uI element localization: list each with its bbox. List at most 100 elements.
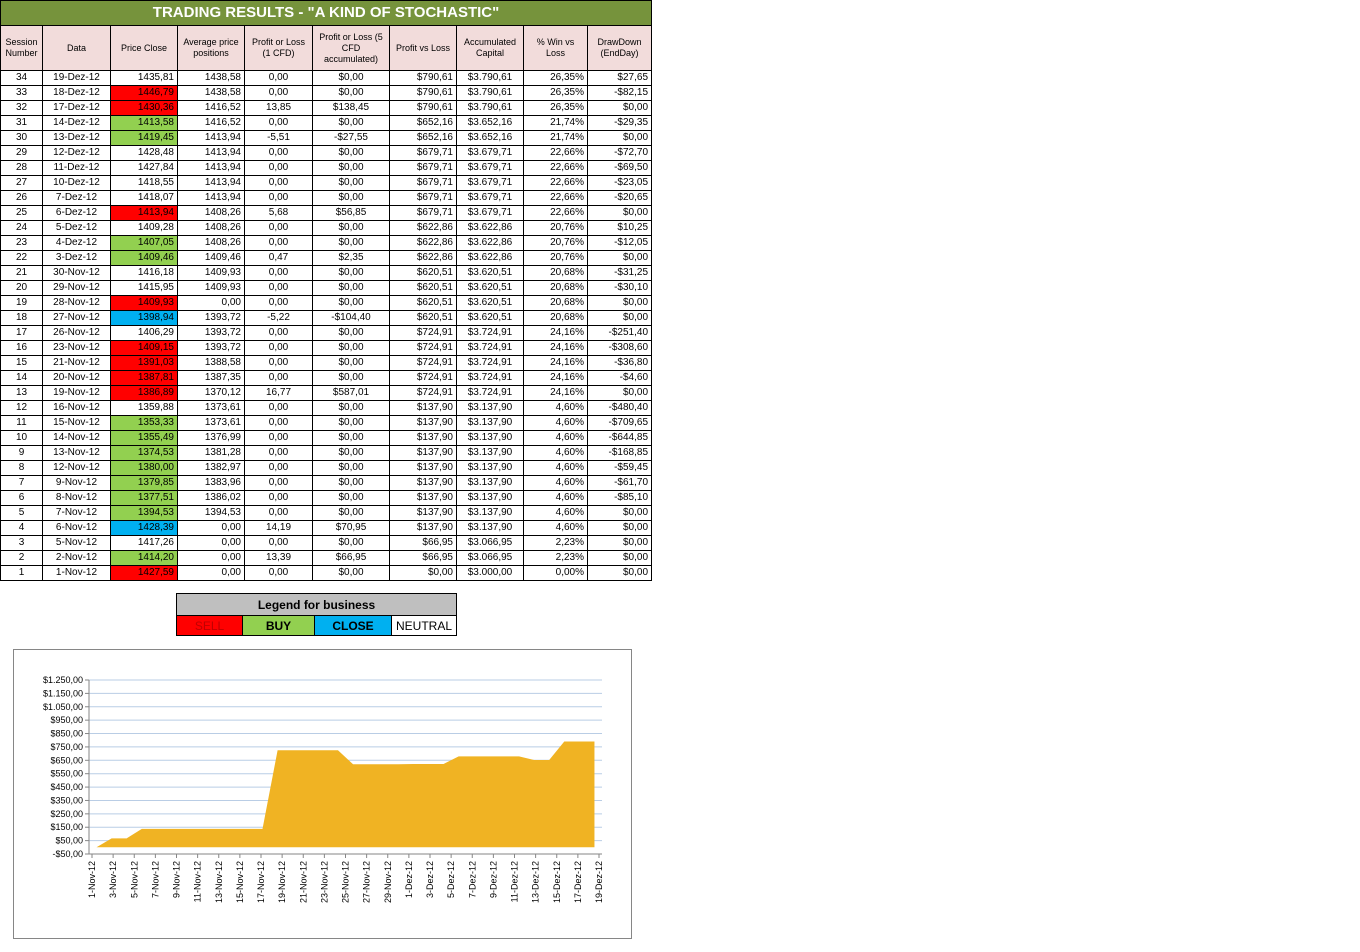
header-row: Session Number Data Price Close Average pri… xyxy=(0,25,653,71)
y-tick-label: $50,00 xyxy=(55,836,83,846)
date-cell: 20-Nov-12 xyxy=(42,370,111,386)
avg-price-cell: 1376,99 xyxy=(177,430,245,446)
profit-vs-loss-cell: $652,16 xyxy=(389,115,457,131)
price-cell: 1419,45 xyxy=(110,130,178,146)
profit-1cfd-cell: 13,85 xyxy=(244,100,313,116)
x-tick-label: 17-Nov-12 xyxy=(256,861,266,903)
table-row: 7 9-Nov-12 1379,85 1383,96 0,00 $0,00 $137,90 $… xyxy=(0,475,653,491)
profit-vs-loss-cell: $724,91 xyxy=(389,370,457,386)
win-pct-cell: 22,66% xyxy=(523,205,588,221)
profit-1cfd-cell: 0,00 xyxy=(244,325,313,341)
date-cell: 8-Nov-12 xyxy=(42,490,111,506)
profit-5cfd-cell: $0,00 xyxy=(312,235,390,251)
profit-5cfd-cell: $0,00 xyxy=(312,190,390,206)
date-cell: 9-Nov-12 xyxy=(42,475,111,491)
session-cell: 22 xyxy=(0,250,43,266)
capital-cell: $3.790,61 xyxy=(456,85,524,101)
profit-vs-loss-cell: $66,95 xyxy=(389,550,457,566)
x-tick-label: 19-Nov-12 xyxy=(277,861,287,903)
profit-5cfd-cell: $0,00 xyxy=(312,415,390,431)
price-cell: 1379,85 xyxy=(110,475,178,491)
profit-5cfd-cell: $2,35 xyxy=(312,250,390,266)
session-cell: 1 xyxy=(0,565,43,581)
results-table: TRADING RESULTS - "A KIND OF STOCHASTIC"… xyxy=(0,0,653,581)
profit-vs-loss-cell: $679,71 xyxy=(389,205,457,221)
table-row: 1 1-Nov-12 1427,59 0,00 0,00 $0,00 $0,00 $3.000… xyxy=(0,565,653,581)
profit-5cfd-cell: $0,00 xyxy=(312,85,390,101)
avg-price-cell: 1393,72 xyxy=(177,325,245,341)
x-tick-label: 7-Dez-12 xyxy=(467,861,477,898)
date-cell: 14-Nov-12 xyxy=(42,430,111,446)
session-cell: 13 xyxy=(0,385,43,401)
date-cell: 13-Nov-12 xyxy=(42,445,111,461)
profit-vs-loss-cell: $137,90 xyxy=(389,430,457,446)
avg-price-cell: 0,00 xyxy=(177,535,245,551)
avg-price-cell: 0,00 xyxy=(177,295,245,311)
avg-price-cell: 1409,93 xyxy=(177,265,245,281)
capital-cell: $3.620,51 xyxy=(456,265,524,281)
profit-vs-loss-cell: $620,51 xyxy=(389,295,457,311)
profit-vs-loss-cell: $137,90 xyxy=(389,490,457,506)
drawdown-cell: -$30,10 xyxy=(586,280,653,296)
profit-5cfd-cell: $0,00 xyxy=(312,220,390,236)
profit-1cfd-cell: 0,00 xyxy=(244,460,313,476)
date-cell: 7-Nov-12 xyxy=(42,505,111,521)
price-cell: 1427,84 xyxy=(110,160,178,176)
date-cell: 2-Nov-12 xyxy=(42,550,111,566)
column-header: Profit or Loss (1 CFD) xyxy=(244,25,313,71)
table-row: 33 18-Dez-12 1446,79 1438,58 0,00 $0,00 $790,6… xyxy=(0,85,653,101)
session-cell: 6 xyxy=(0,490,43,506)
table-row: 20 29-Nov-12 1415,95 1409,93 0,00 $0,00 $620,5… xyxy=(0,280,653,296)
x-tick-label: 27-Nov-12 xyxy=(362,861,372,903)
capital-cell: $3.724,91 xyxy=(456,385,524,401)
profit-1cfd-cell: 0,00 xyxy=(244,70,313,86)
profit-1cfd-cell: 0,00 xyxy=(244,235,313,251)
profit-1cfd-cell: 14,19 xyxy=(244,520,313,536)
drawdown-cell: -$251,40 xyxy=(586,325,653,341)
avg-price-cell: 1438,58 xyxy=(177,85,245,101)
capital-area xyxy=(96,741,595,848)
table-body: 34 19-Dez-12 1435,81 1438,58 0,00 $0,00 $790,6… xyxy=(0,70,653,581)
y-tick-label: $450,00 xyxy=(50,782,83,792)
y-tick-label: $1.050,00 xyxy=(43,702,83,712)
x-tick-label: 19-Dez-12 xyxy=(594,861,604,903)
session-cell: 23 xyxy=(0,235,43,251)
profit-5cfd-cell: $0,00 xyxy=(312,160,390,176)
capital-cell: $3.724,91 xyxy=(456,340,524,356)
table-row: 6 8-Nov-12 1377,51 1386,02 0,00 $0,00 $137,90 $… xyxy=(0,490,653,506)
price-cell: 1359,88 xyxy=(110,400,178,416)
capital-cell: $3.137,90 xyxy=(456,445,524,461)
date-cell: 10-Dez-12 xyxy=(42,175,111,191)
y-tick-label: $550,00 xyxy=(50,769,83,779)
drawdown-cell: -$644,85 xyxy=(586,430,653,446)
table-row: 28 11-Dez-12 1427,84 1413,94 0,00 $0,00 $679,7… xyxy=(0,160,653,176)
win-pct-cell: 2,23% xyxy=(523,550,588,566)
capital-cell: $3.724,91 xyxy=(456,370,524,386)
x-tick-label: 1-Dez-12 xyxy=(404,861,414,898)
profit-5cfd-cell: $0,00 xyxy=(312,490,390,506)
profit-5cfd-cell: $0,00 xyxy=(312,265,390,281)
legend-neutral: NEUTRAL xyxy=(391,615,457,636)
price-cell: 1446,79 xyxy=(110,85,178,101)
profit-1cfd-cell: 0,00 xyxy=(244,175,313,191)
win-pct-cell: 24,16% xyxy=(523,370,588,386)
profit-1cfd-cell: 0,00 xyxy=(244,85,313,101)
drawdown-cell: -$85,10 xyxy=(586,490,653,506)
table-row: 15 21-Nov-12 1391,03 1388,58 0,00 $0,00 $724,9… xyxy=(0,355,653,371)
capital-cell: $3.137,90 xyxy=(456,460,524,476)
session-cell: 15 xyxy=(0,355,43,371)
capital-cell: $3.620,51 xyxy=(456,310,524,326)
win-pct-cell: 24,16% xyxy=(523,385,588,401)
profit-5cfd-cell: $0,00 xyxy=(312,355,390,371)
price-cell: 1391,03 xyxy=(110,355,178,371)
profit-5cfd-cell: $66,95 xyxy=(312,550,390,566)
avg-price-cell: 1386,02 xyxy=(177,490,245,506)
price-cell: 1413,58 xyxy=(110,115,178,131)
table-row: 23 4-Dez-12 1407,05 1408,26 0,00 $0,00 $622,86… xyxy=(0,235,653,251)
capital-cell: $3.679,71 xyxy=(456,205,524,221)
win-pct-cell: 24,16% xyxy=(523,325,588,341)
capital-cell: $3.679,71 xyxy=(456,175,524,191)
table-row: 3 5-Nov-12 1417,26 0,00 0,00 $0,00 $66,95 $3.06… xyxy=(0,535,653,551)
table-row: 27 10-Dez-12 1418,55 1413,94 0,00 $0,00 $679,7… xyxy=(0,175,653,191)
x-tick-label: 23-Nov-12 xyxy=(319,861,329,903)
